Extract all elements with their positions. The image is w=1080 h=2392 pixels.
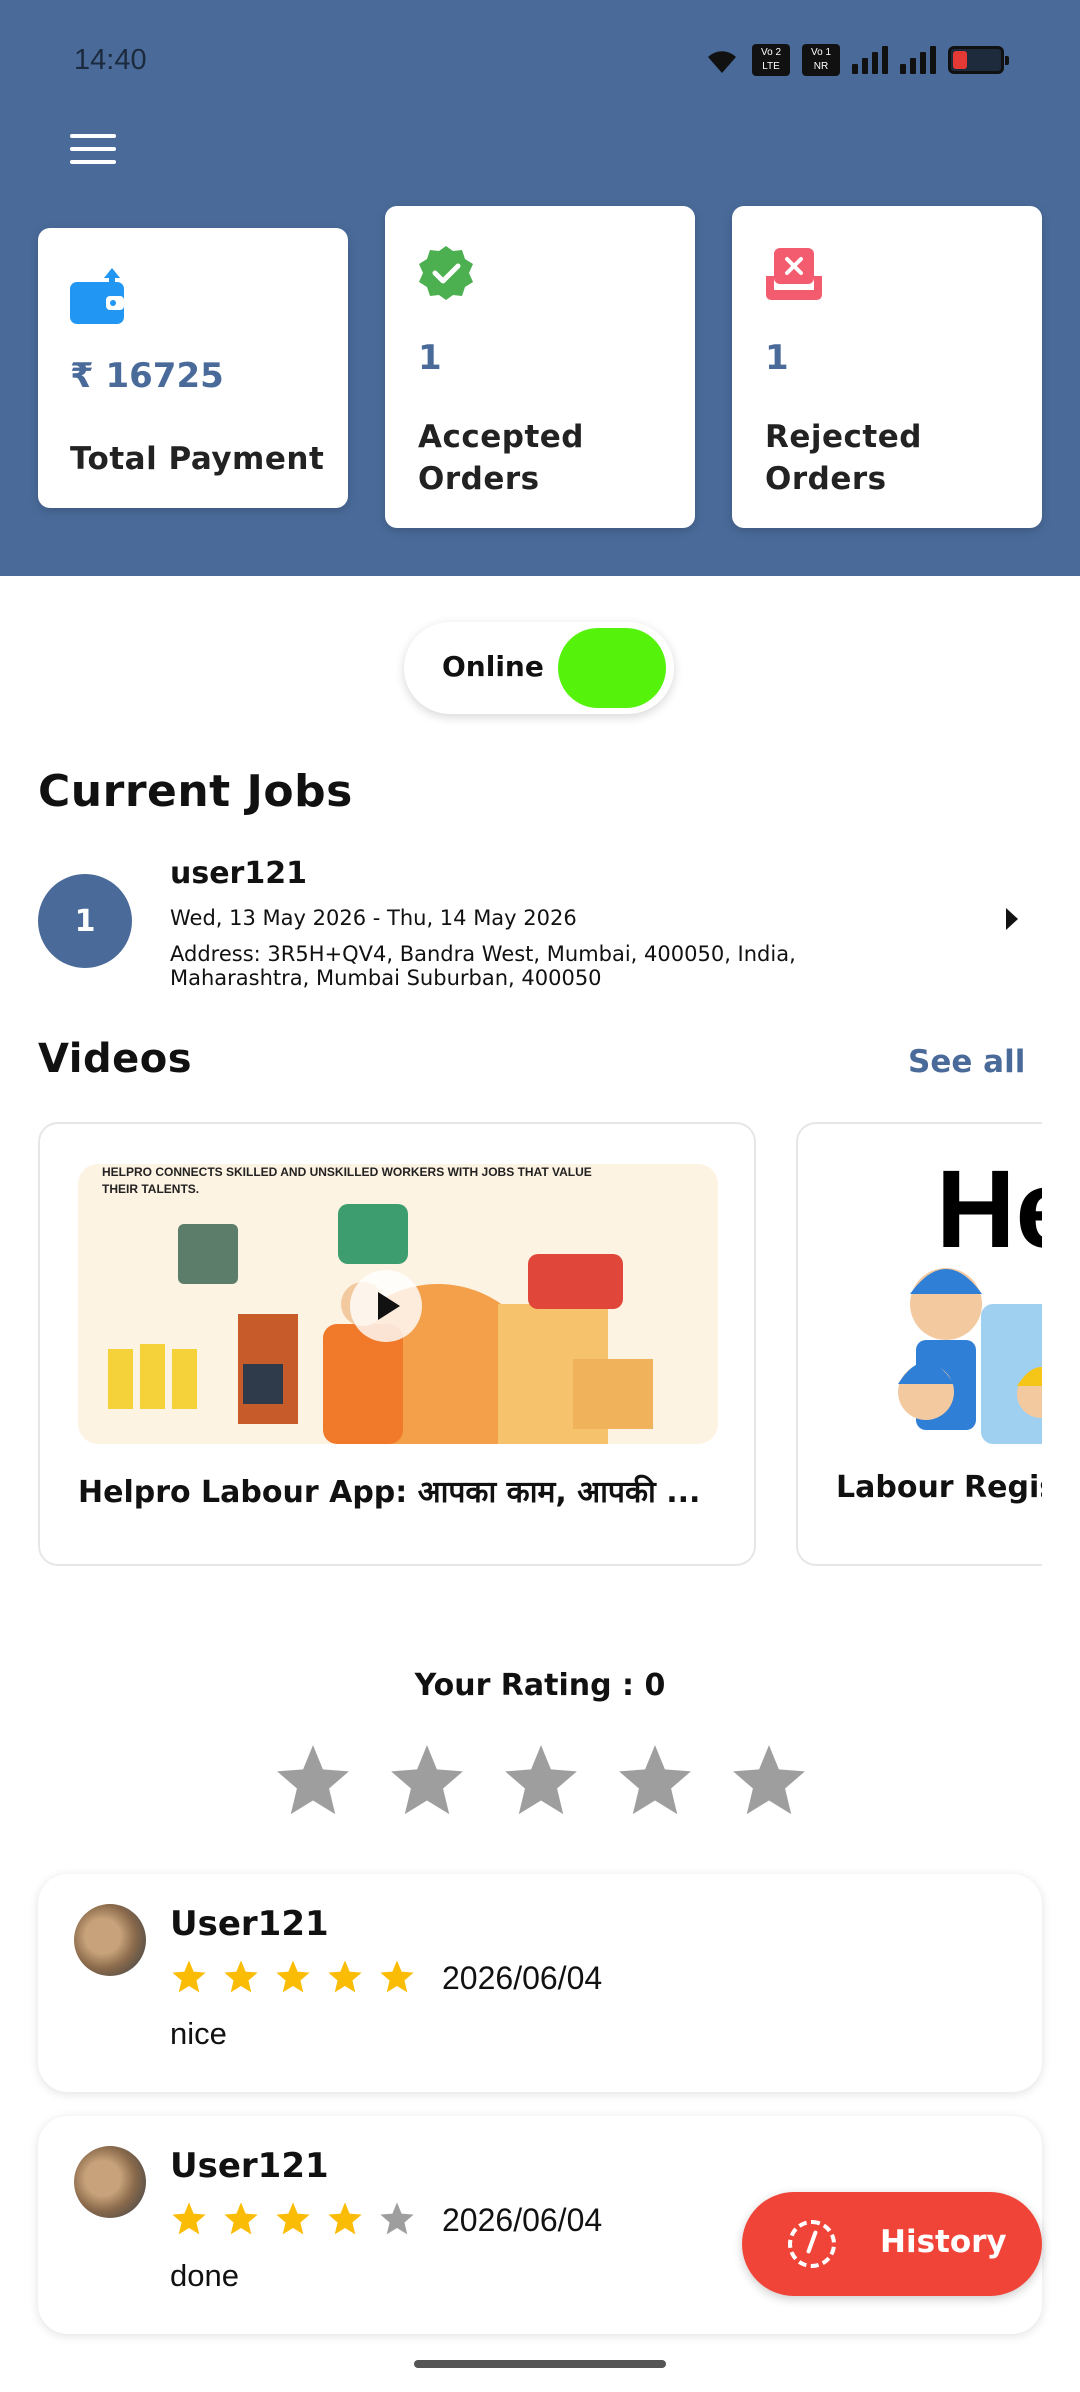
video-carousel[interactable]: HELPRO CONNECTS SKILLED AND UNSKILLED WO…	[38, 1122, 1042, 1568]
total-payment-value: ₹ 16725	[70, 356, 224, 396]
signal-1-icon	[852, 46, 888, 74]
star-filled-icon	[224, 1960, 258, 1993]
video-card[interactable]: He Labour Regis	[796, 1122, 1042, 1566]
chevron-right-icon[interactable]	[1006, 908, 1018, 930]
online-toggle[interactable]: Online	[404, 622, 674, 714]
review-text: done	[170, 2258, 239, 2293]
see-all-link[interactable]: See all	[908, 1044, 1025, 1080]
star-filled-icon	[276, 1960, 310, 1993]
online-toggle-switch[interactable]	[558, 628, 666, 708]
reviewer-name: User121	[170, 2146, 329, 2186]
avatar	[74, 1904, 146, 1976]
total-payment-card[interactable]: ₹ 16725 Total Payment	[38, 228, 348, 508]
header-panel: 14:40 Vo 2 LTE Vo 1 NR ₹ 16725 Total Payme…	[0, 0, 1080, 576]
job-index-avatar: 1	[38, 874, 132, 968]
battery-icon	[948, 46, 1009, 74]
job-address: Address: 3R5H+QV4, Bandra West, Mumbai, …	[170, 942, 796, 990]
star-filled-icon	[380, 1960, 414, 1993]
signal-2-icon	[900, 46, 936, 74]
star-empty-icon[interactable]	[500, 1740, 582, 1822]
star-filled-icon	[172, 1960, 206, 1993]
wifi-icon	[708, 51, 736, 73]
star-filled-icon	[328, 2202, 362, 2235]
wallet-upload-icon	[70, 268, 124, 324]
video-thumbnail[interactable]: HELPRO CONNECTS SKILLED AND UNSKILLED WO…	[78, 1164, 718, 1444]
review-stars	[170, 2200, 416, 2238]
star-empty-icon	[380, 2202, 414, 2235]
history-button[interactable]: History	[742, 2192, 1042, 2296]
rejected-orders-value: 1	[765, 338, 789, 378]
star-empty-icon[interactable]	[386, 1740, 468, 1822]
video-title: Labour Regis	[836, 1470, 1042, 1505]
accepted-orders-value: 1	[418, 338, 442, 378]
review-card: User121 2026/06/04 nice	[38, 1874, 1042, 2092]
videos-title: Videos	[38, 1036, 193, 1082]
app-screen: 14:40 Vo 2 LTE Vo 1 NR ₹ 16725 Total Payme…	[0, 0, 1080, 2392]
total-payment-label: Total Payment	[70, 441, 325, 477]
sim1-volte-icon: Vo 2 LTE	[752, 44, 790, 76]
your-rating-label: Your Rating : 0	[414, 1668, 666, 1703]
status-time: 14:40	[74, 44, 147, 76]
history-clock-icon	[788, 2220, 836, 2268]
play-icon[interactable]	[350, 1270, 422, 1342]
video-title: Helpro Labour App: आपका काम, आपकी ...	[78, 1475, 701, 1510]
job-customer-name: user121	[170, 856, 307, 891]
reject-box-icon	[766, 248, 822, 300]
rejected-orders-label: Rejected Orders	[765, 419, 922, 497]
video-thumbnail[interactable]: He	[836, 1164, 1042, 1444]
online-toggle-label: Online	[442, 650, 544, 683]
star-empty-icon[interactable]	[728, 1740, 810, 1822]
sim2-vonr-icon: Vo 1 NR	[802, 44, 840, 76]
accepted-orders-card[interactable]: 1 Accepted Orders	[385, 206, 695, 528]
menu-button[interactable]	[70, 132, 116, 166]
video-card[interactable]: HELPRO CONNECTS SKILLED AND UNSKILLED WO…	[38, 1122, 756, 1566]
avatar	[74, 2146, 146, 2218]
hamburger-menu-icon	[70, 134, 116, 138]
reviewer-name: User121	[170, 1904, 329, 1944]
rejected-orders-card[interactable]: 1 Rejected Orders	[732, 206, 1042, 528]
review-date: 2026/06/04	[442, 2202, 603, 2238]
review-stars	[170, 1958, 416, 1996]
star-filled-icon	[172, 2202, 206, 2235]
home-indicator[interactable]	[414, 2360, 666, 2368]
current-jobs-title: Current Jobs	[38, 766, 353, 817]
star-empty-icon[interactable]	[614, 1740, 696, 1822]
star-filled-icon	[328, 1960, 362, 1993]
rating-stars[interactable]	[272, 1740, 810, 1822]
review-date: 2026/06/04	[442, 1960, 603, 1996]
accepted-orders-label: Accepted Orders	[418, 419, 584, 497]
check-badge-icon	[419, 246, 473, 300]
job-dates: Wed, 13 May 2026 - Thu, 14 May 2026	[170, 906, 577, 930]
star-filled-icon	[224, 2202, 258, 2235]
mechanics-illustration	[898, 1268, 1042, 1444]
history-button-label: History	[880, 2224, 1007, 2260]
status-icons: Vo 2 LTE Vo 1 NR	[704, 44, 1009, 76]
review-text: nice	[170, 2016, 227, 2051]
star-filled-icon	[276, 2202, 310, 2235]
star-empty-icon[interactable]	[272, 1740, 354, 1822]
